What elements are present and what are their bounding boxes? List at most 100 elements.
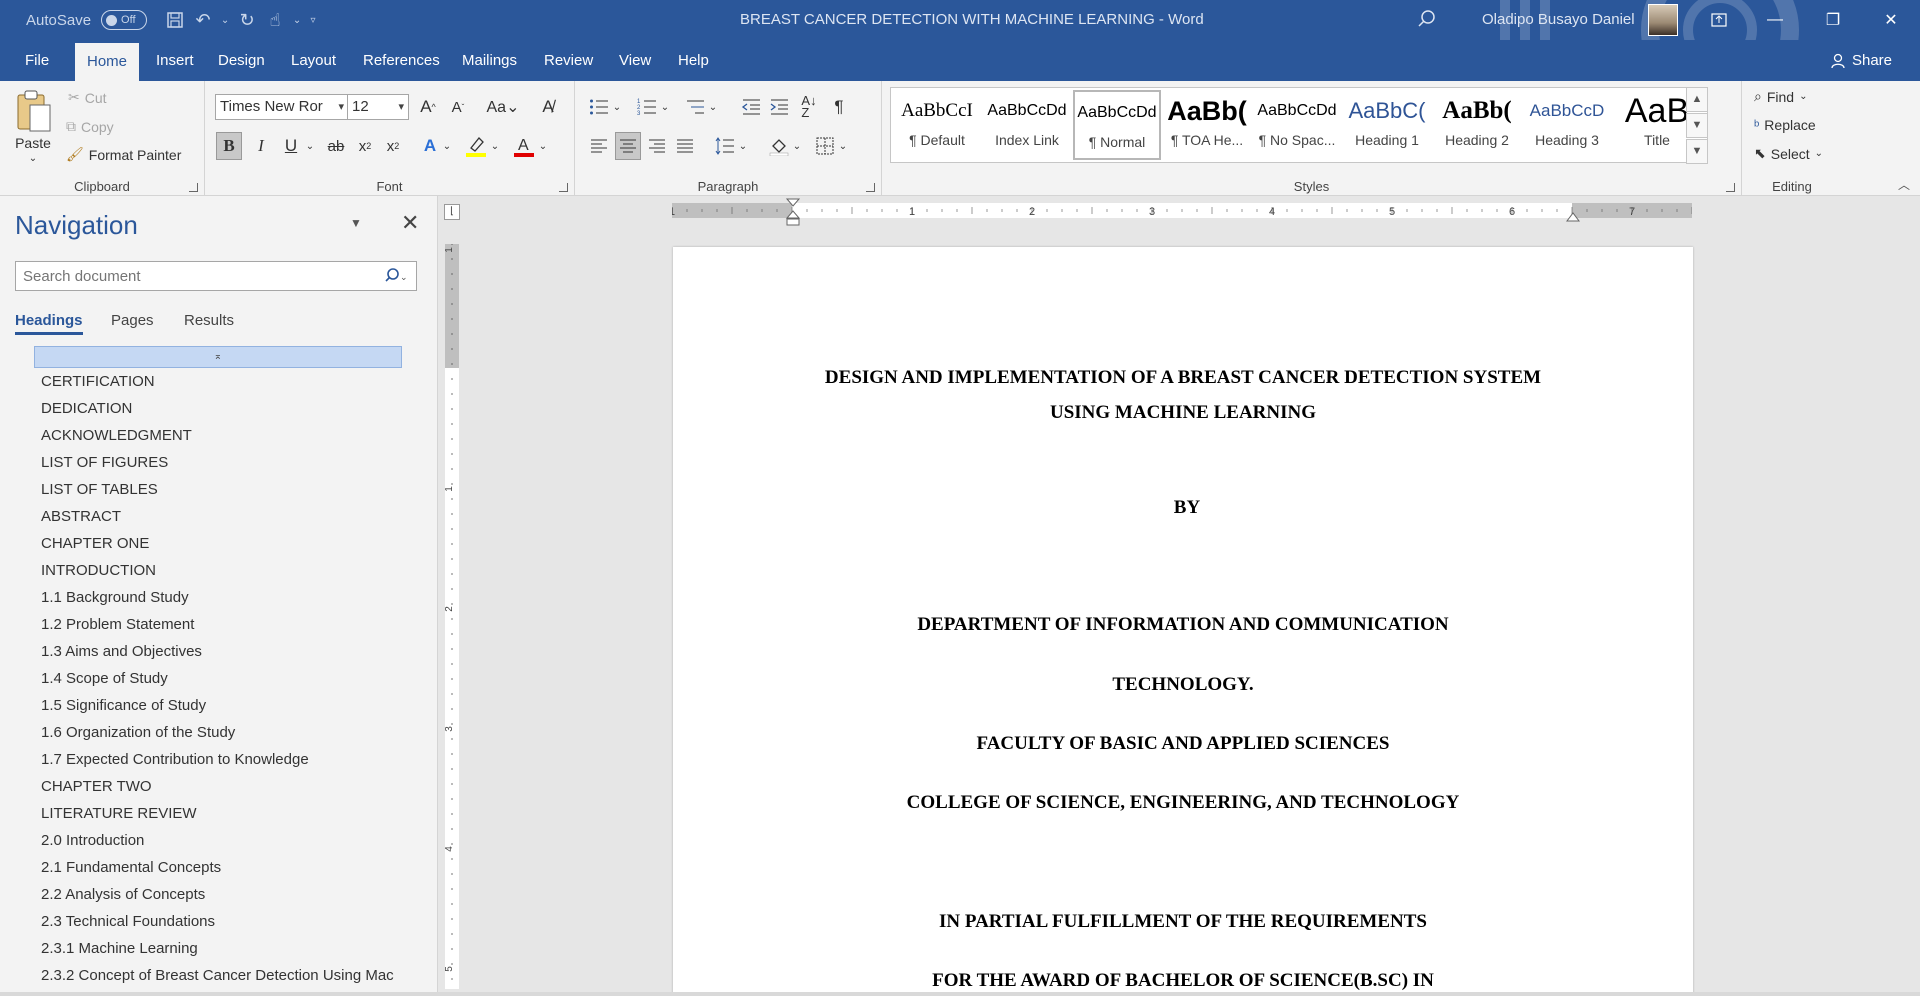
ribbon-display-options-icon[interactable] [1696, 0, 1742, 40]
tab-references[interactable]: References [351, 40, 452, 81]
font-size-box[interactable]: 12 ▾ [347, 94, 409, 120]
select-dropdown-icon[interactable]: ⌄ [1815, 148, 1823, 159]
superscript-icon[interactable]: x2 [381, 132, 405, 160]
restore-icon[interactable]: ❐ [1810, 0, 1856, 40]
italic-icon[interactable]: I [249, 132, 273, 160]
tab-design[interactable]: Design [206, 40, 277, 81]
find-button[interactable]: ⌕ Find ⌄ [1754, 88, 1807, 105]
heading-item[interactable]: CHAPTER ONE [41, 535, 149, 552]
heading-item[interactable]: 1.7 Expected Contribution to Knowledge [41, 751, 309, 768]
numbering-dropdown-icon[interactable]: ⌄ [659, 94, 671, 120]
increase-indent-icon[interactable] [767, 94, 791, 120]
tab-pages[interactable]: Pages [111, 312, 154, 329]
tab-home[interactable]: Home [75, 43, 140, 81]
paste-button[interactable]: Paste ⌄ [14, 89, 52, 164]
align-center-icon[interactable] [615, 132, 641, 160]
heading-item[interactable]: 2.3 Technical Foundations [41, 913, 215, 930]
show-formatting-marks-icon[interactable]: ¶ [827, 94, 851, 120]
tab-help[interactable]: Help [666, 40, 721, 81]
style-normal[interactable]: AaBbCcDd ¶ Normal [1073, 90, 1161, 160]
decrease-indent-icon[interactable] [739, 94, 763, 120]
cut-button[interactable]: ✂ Cut [68, 89, 107, 106]
heading-item[interactable]: 2.0 Introduction [41, 832, 144, 849]
touch-dropdown-icon[interactable]: ⌄ [289, 0, 305, 40]
find-dropdown-icon[interactable]: ⌄ [1799, 91, 1807, 102]
heading-item[interactable]: 2.3.1 Machine Learning [41, 940, 198, 957]
bullets-icon[interactable] [587, 94, 611, 120]
heading-item[interactable]: DEDICATION [41, 400, 132, 417]
heading-item[interactable]: LITERATURE REVIEW [41, 805, 197, 822]
autosave-toggle[interactable]: Off [101, 10, 148, 30]
heading-item[interactable]: 2.1 Fundamental Concepts [41, 859, 221, 876]
share-button[interactable]: Share [1830, 52, 1892, 69]
style-heading-1[interactable]: AaBbC( Heading 1 [1343, 90, 1431, 160]
selected-heading[interactable]: ⌅ [34, 346, 402, 368]
shrink-font-icon[interactable]: Aˇ [445, 94, 471, 120]
tab-layout[interactable]: Layout [279, 40, 348, 81]
heading-item[interactable]: INTRODUCTION [41, 562, 156, 579]
tab-headings[interactable]: Headings [15, 312, 83, 335]
heading-item[interactable]: ACKNOWLEDGMENT [41, 427, 192, 444]
minimize-icon[interactable]: — [1752, 0, 1798, 40]
line-spacing-icon[interactable] [713, 132, 737, 160]
paste-dropdown-icon[interactable]: ⌄ [29, 153, 37, 164]
heading-item[interactable]: 1.1 Background Study [41, 589, 189, 606]
indent-marker-icon[interactable] [786, 198, 800, 226]
font-name-box[interactable]: Times New Ror ▾ [215, 94, 349, 120]
change-case-icon[interactable]: Aa⌄ [481, 94, 525, 120]
close-icon[interactable]: ✕ [1868, 0, 1914, 40]
grow-font-icon[interactable]: A ^ [415, 94, 441, 120]
style-heading-3[interactable]: AaBbCcD Heading 3 [1523, 90, 1611, 160]
touch-mode-icon[interactable]: ☝ [261, 0, 289, 40]
styles-scroll-up-icon[interactable]: ▲ [1686, 87, 1708, 112]
tab-insert[interactable]: Insert [144, 40, 206, 81]
format-painter-button[interactable]: 🖌 Format Painter [66, 146, 181, 163]
highlight-dropdown-icon[interactable]: ⌄ [489, 132, 501, 160]
bold-icon[interactable]: B [216, 132, 242, 160]
right-indent-marker-icon[interactable] [1566, 210, 1580, 222]
style-toa-heading[interactable]: AaBb( ¶ TOA He... [1163, 90, 1251, 160]
heading-item[interactable]: 1.6 Organization of the Study [41, 724, 235, 741]
heading-item[interactable]: LIST OF FIGURES [41, 454, 168, 471]
heading-item[interactable]: 2.2 Analysis of Concepts [41, 886, 205, 903]
search-icon[interactable]: ⌄ [384, 266, 408, 286]
search-document-input[interactable] [15, 261, 417, 291]
close-icon[interactable]: ✕ [401, 210, 419, 236]
heading-item[interactable]: CERTIFICATION [41, 373, 155, 390]
heading-item[interactable]: LIST OF TABLES [41, 481, 158, 498]
font-color-dropdown-icon[interactable]: ⌄ [537, 132, 549, 160]
text-effects-icon[interactable]: A [419, 132, 441, 160]
redo-icon[interactable]: ↻ [233, 0, 261, 40]
undo-icon[interactable]: ↶ [189, 0, 217, 40]
heading-item[interactable]: ABSTRACT [41, 508, 121, 525]
style-default[interactable]: AaBbCcI ¶ Default [893, 90, 981, 160]
tab-review[interactable]: Review [532, 40, 605, 81]
paragraph-launcher-icon[interactable] [866, 183, 875, 192]
clipboard-launcher-icon[interactable] [189, 183, 198, 192]
tab-file[interactable]: File [13, 40, 61, 81]
justify-icon[interactable] [673, 132, 697, 160]
style-no-spacing[interactable]: AaBbCcDd ¶ No Spac... [1253, 90, 1341, 160]
highlight-icon[interactable] [463, 132, 489, 160]
tab-view[interactable]: View [607, 40, 663, 81]
heading-item[interactable]: 1.5 Significance of Study [41, 697, 206, 714]
font-color-icon[interactable]: A [511, 132, 537, 160]
search-icon[interactable] [1416, 8, 1440, 32]
heading-item[interactable]: 1.4 Scope of Study [41, 670, 168, 687]
style-heading-2[interactable]: AaBb( Heading 2 [1433, 90, 1521, 160]
styles-more-icon[interactable]: ▼ [1686, 139, 1708, 164]
shading-icon[interactable] [767, 132, 791, 160]
subscript-icon[interactable]: x2 [353, 132, 377, 160]
document-page[interactable]: DESIGN AND IMPLEMENTATION OF A BREAST CA… [673, 247, 1693, 996]
tab-selector-icon[interactable]: ⌊ [444, 204, 460, 220]
horizontal-scrollbar[interactable] [0, 992, 1920, 996]
heading-item[interactable]: 1.2 Problem Statement [41, 616, 194, 633]
borders-icon[interactable] [813, 132, 837, 160]
navigation-options-icon[interactable]: ▼ [350, 216, 362, 230]
align-left-icon[interactable] [587, 132, 611, 160]
customize-toolbar-icon[interactable]: ▿ [305, 0, 321, 40]
style-index-link[interactable]: AaBbCcDd Index Link [983, 90, 1071, 160]
heading-item[interactable]: CHAPTER TWO [41, 778, 152, 795]
clear-formatting-icon[interactable]: A̸ [535, 94, 561, 120]
save-icon[interactable] [161, 0, 189, 40]
